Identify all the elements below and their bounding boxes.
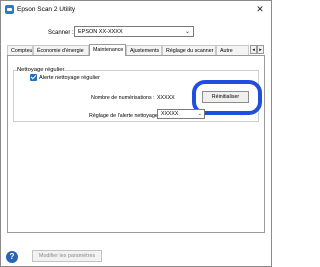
tab-autre[interactable]: Autre [216,45,249,55]
scan-count-label: Nombre de numérisations : [91,95,155,101]
cleaning-alert-checkbox[interactable] [30,74,37,81]
chevron-down-icon: ⌄ [197,111,202,117]
alert-setting-value: XXXXX [161,111,179,117]
tab-ajustements[interactable]: Ajustements [126,45,162,55]
help-icon[interactable]: ? [6,251,18,263]
cleaning-alert-label[interactable]: Alerte nettoyage régulier [39,75,100,81]
scanner-value: EPSON XX-XXXX [78,29,123,35]
footer: ? Modifier les paramètres [0,243,270,265]
tab-economie-energie[interactable]: Économie d'énergie [33,45,89,55]
close-icon[interactable]: ✕ [253,3,267,16]
scanner-select[interactable]: EPSON XX-XXXX ⌄ [74,26,194,37]
tab-scroll-left-icon[interactable]: ◂ [250,45,257,54]
tab-maintenance[interactable]: Maintenance [89,44,126,56]
cleaning-group-title: Nettoyage régulier [17,67,65,73]
title-bar: Epson Scan 2 Utility ✕ [1,1,271,19]
epson-scan-icon [5,5,14,14]
tab-bar: Compteur Économie d'énergie Maintenance … [7,44,265,56]
alert-setting-select[interactable]: XXXXX ⌄ [157,109,205,119]
window-title: Epson Scan 2 Utility [17,6,76,13]
chevron-down-icon: ⌄ [184,29,190,35]
scanner-label: Scanner : [48,30,74,36]
scan-count-value: XXXXX [157,95,175,101]
alert-setting-label: Réglage de l'alerte nettoyage : [89,113,161,119]
tab-compteur[interactable]: Compteur [7,45,33,55]
tab-reglage-scanner[interactable]: Réglage du scanner [162,45,216,55]
modify-settings-button[interactable]: Modifier les paramètres [32,250,102,262]
tab-scroll-right-icon[interactable]: ▸ [257,45,264,54]
utility-window: Epson Scan 2 Utility ✕ Scanner : EPSON X… [0,0,272,267]
